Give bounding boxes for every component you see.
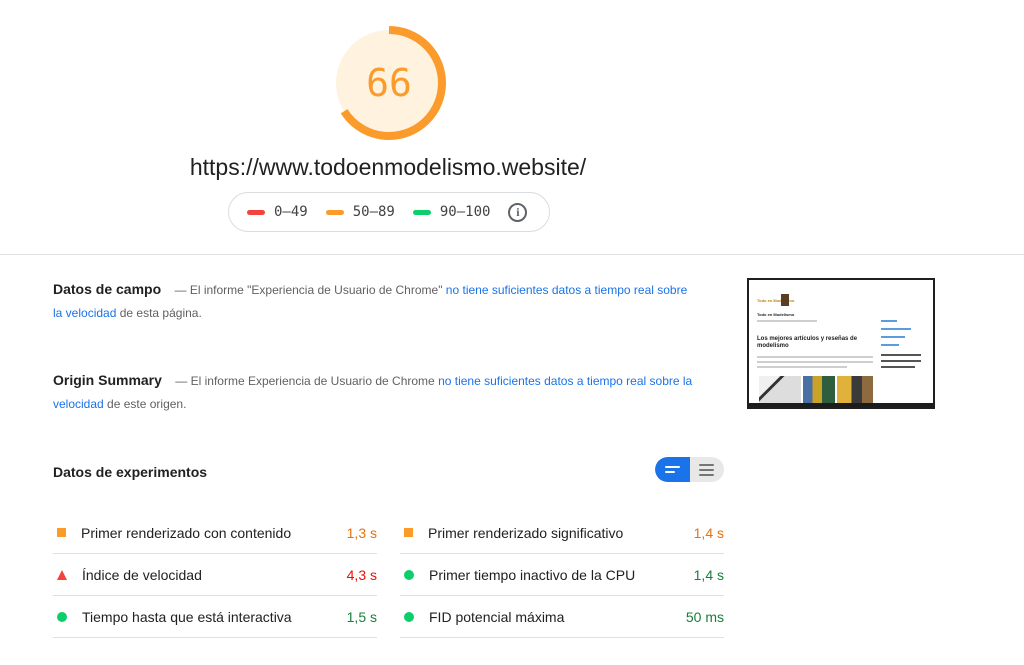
- average-square-icon: [404, 528, 413, 537]
- metric-label: Tiempo hasta que está interactiva: [82, 608, 292, 625]
- list-icon-line: [664, 466, 680, 468]
- metric-value: 4,3 s: [346, 566, 377, 583]
- origin-summary-description-end: de este origen.: [107, 397, 187, 411]
- metric-value: 1,5 s: [346, 608, 377, 625]
- thumbnail-text-line: [757, 320, 817, 322]
- metric-value: 50 ms: [685, 608, 724, 625]
- pass-circle-icon: [404, 611, 414, 622]
- pass-circle-icon: [404, 569, 414, 580]
- thumbnail-heading: Los mejores artículos y reseñas de model…: [757, 336, 858, 349]
- thumbnail-text-line: [757, 356, 873, 358]
- field-data-title: Datos de campo: [53, 281, 162, 297]
- legend-item-fail: 0–49: [247, 204, 308, 220]
- metric-time-to-interactive: Tiempo hasta que está interactiva 1,5 s: [53, 596, 377, 638]
- thumbnail-sidebar-link: [881, 344, 899, 346]
- thumbnail-sidebar-link: [881, 328, 911, 330]
- legend-bar-red: [247, 209, 265, 215]
- origin-summary-description: — El informe Experiencia de Usuario de C…: [175, 374, 435, 388]
- metric-first-contentful-paint: Primer renderizado con contenido 1,3 s: [53, 512, 377, 554]
- thumbnail-text-line: [757, 366, 847, 368]
- list-icon-line: [699, 473, 715, 476]
- expanded-view-button[interactable]: [690, 457, 725, 482]
- list-icon-line: [699, 463, 715, 466]
- lab-data-title: Datos de experimentos: [53, 464, 208, 480]
- thumbnail-sidebar-link: [881, 320, 897, 322]
- thumbnail-image-airbrush: [759, 376, 801, 404]
- thumbnail-sidebar-text: [881, 360, 921, 362]
- thumbnail-image-kits: [803, 376, 835, 404]
- pass-circle-icon: [57, 611, 67, 622]
- legend-range: 90–100: [439, 204, 491, 220]
- thumbnail-sidebar-link: [881, 336, 905, 338]
- field-data-section: Datos de campo — El informe "Experiencia…: [53, 278, 693, 325]
- metric-label: Primer renderizado con contenido: [81, 524, 292, 541]
- metric-first-meaningful-paint: Primer renderizado significativo 1,4 s: [400, 512, 724, 554]
- compact-view-button[interactable]: [655, 457, 690, 482]
- field-data-description: — El informe "Experiencia de Usuario de …: [174, 283, 443, 297]
- metrics-grid: Primer renderizado con contenido 1,3 s P…: [53, 512, 724, 638]
- thumbnail-logo-icon: [781, 294, 789, 306]
- legend-item-average: 50–89: [325, 204, 395, 220]
- view-toggle: [655, 457, 724, 482]
- metric-value: 1,4 s: [693, 524, 724, 541]
- metric-speed-index: Índice de velocidad 4,3 s: [53, 554, 377, 596]
- performance-score: 66: [366, 61, 412, 105]
- fail-triangle-icon: [57, 569, 67, 580]
- metric-first-cpu-idle: Primer tiempo inactivo de la CPU 1,4 s: [400, 554, 724, 596]
- metric-label: Primer tiempo inactivo de la CPU: [429, 566, 636, 583]
- thumbnail-site-name: Todo en Modelismo: [757, 312, 795, 317]
- origin-summary-title: Origin Summary: [53, 372, 162, 388]
- legend-item-pass: 90–100: [412, 204, 491, 220]
- metric-value: 1,4 s: [693, 566, 724, 583]
- list-icon-line: [699, 468, 715, 471]
- list-icon-line: [664, 471, 675, 473]
- thumbnail-text-line: [757, 361, 873, 363]
- field-data-description-end: de esta página.: [119, 306, 202, 320]
- page-url: https://www.todoenmodelismo.website/: [189, 154, 587, 180]
- performance-score-gauge: 66: [331, 25, 447, 141]
- legend-range: 50–89: [352, 204, 395, 220]
- thumbnail-cookie-bar: [749, 403, 933, 407]
- metric-max-potential-fid: FID potencial máxima 50 ms: [400, 596, 724, 638]
- metric-label: Índice de velocidad: [82, 566, 202, 583]
- thumbnail-sidebar-text: [881, 366, 915, 368]
- metric-value: 1,3 s: [346, 524, 377, 541]
- score-legend: 0–49 50–89 90–100 i: [228, 192, 550, 232]
- average-square-icon: [57, 528, 66, 537]
- thumbnail-image-models: [837, 376, 873, 404]
- legend-bar-orange: [325, 209, 344, 215]
- metric-label: FID potencial máxima: [429, 608, 565, 625]
- page-screenshot-thumbnail[interactable]: Todo en Modelismo Todo en Modelismo Los …: [747, 278, 935, 409]
- metric-label: Primer renderizado significativo: [428, 524, 624, 541]
- legend-bar-green: [412, 209, 431, 215]
- thumbnail-sidebar-text: [881, 354, 921, 356]
- info-icon[interactable]: i: [508, 202, 528, 222]
- legend-range: 0–49: [274, 204, 308, 220]
- origin-summary-section: Origin Summary — El informe Experiencia …: [53, 369, 693, 416]
- report-header: 66 https://www.todoenmodelismo.website/ …: [0, 0, 1024, 255]
